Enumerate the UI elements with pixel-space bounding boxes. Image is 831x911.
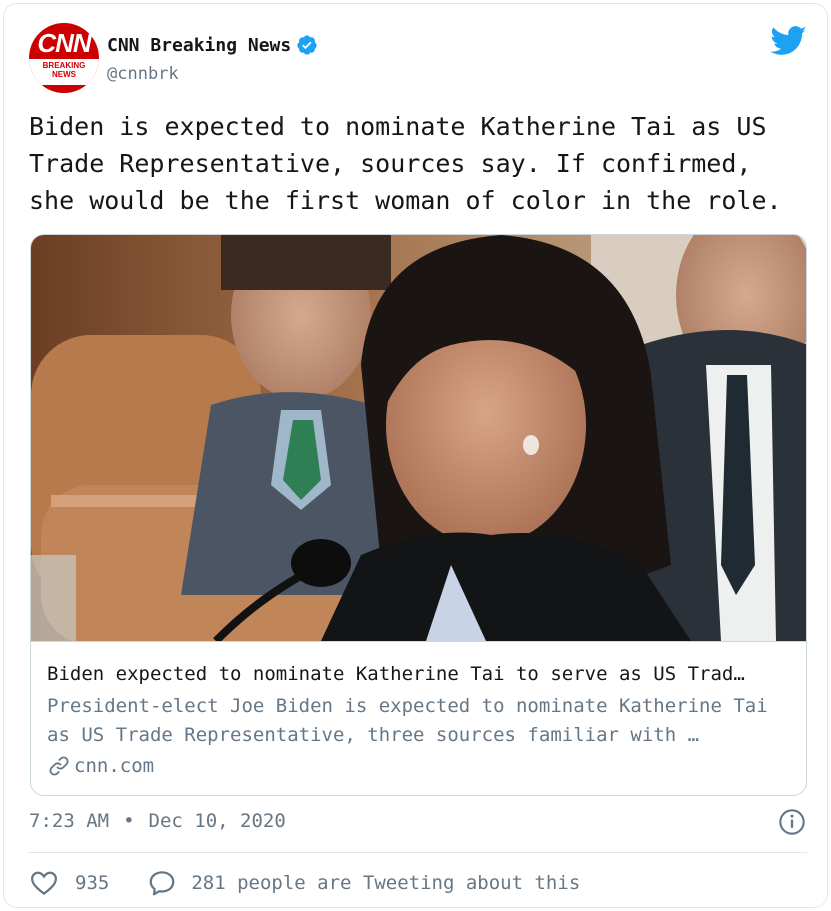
link-domain-row: cnn.com	[47, 754, 154, 778]
info-icon[interactable]	[778, 808, 806, 836]
avatar-strip-line1: BREAKING	[42, 61, 86, 70]
link-description: President-elect Joe Biden is expected to…	[47, 695, 768, 746]
display-name[interactable]: CNN Breaking News	[107, 35, 291, 56]
tweet-time: 7:23 AM	[29, 810, 110, 832]
article-image[interactable]	[31, 235, 807, 641]
link-preview-info[interactable]: Biden expected to nominate Katherine Tai…	[31, 641, 806, 795]
avatar-strip-line2: NEWS	[52, 70, 76, 79]
tweet-date: Dec 10, 2020	[148, 810, 286, 832]
tweet-card: CNN BREAKING NEWS CNN Breaking News @cnn…	[3, 3, 828, 908]
tweet-text: Biden is expected to nominate Katherine …	[29, 112, 782, 215]
timestamp-separator: •	[123, 810, 135, 832]
link-icon	[49, 756, 69, 776]
tweeting-count[interactable]: 281 people are Tweeting about this	[191, 872, 580, 894]
like-count[interactable]: 935	[75, 872, 109, 894]
author-handle[interactable]: @cnnbrk	[107, 64, 179, 84]
avatar-strip: BREAKING NEWS	[29, 59, 99, 85]
verified-badge-icon	[297, 35, 317, 55]
link-title[interactable]: Biden expected to nominate Katherine Tai…	[47, 663, 792, 685]
avatar[interactable]: CNN BREAKING NEWS	[29, 23, 99, 93]
divider	[29, 852, 807, 853]
heart-icon[interactable]	[29, 868, 59, 898]
avatar-logo: CNN	[37, 28, 91, 58]
tweet-timestamp[interactable]: 7:23 AM • Dec 10, 2020	[29, 810, 286, 832]
engagement-bar: 935 281 people are Tweeting about this	[29, 868, 580, 898]
twitter-bird-icon[interactable]	[771, 26, 807, 56]
link-preview-card[interactable]: Biden expected to nominate Katherine Tai…	[30, 234, 807, 796]
link-domain: cnn.com	[74, 755, 155, 777]
author-name-row[interactable]: CNN Breaking News	[107, 34, 318, 56]
reply-bubble-icon[interactable]	[147, 868, 177, 898]
